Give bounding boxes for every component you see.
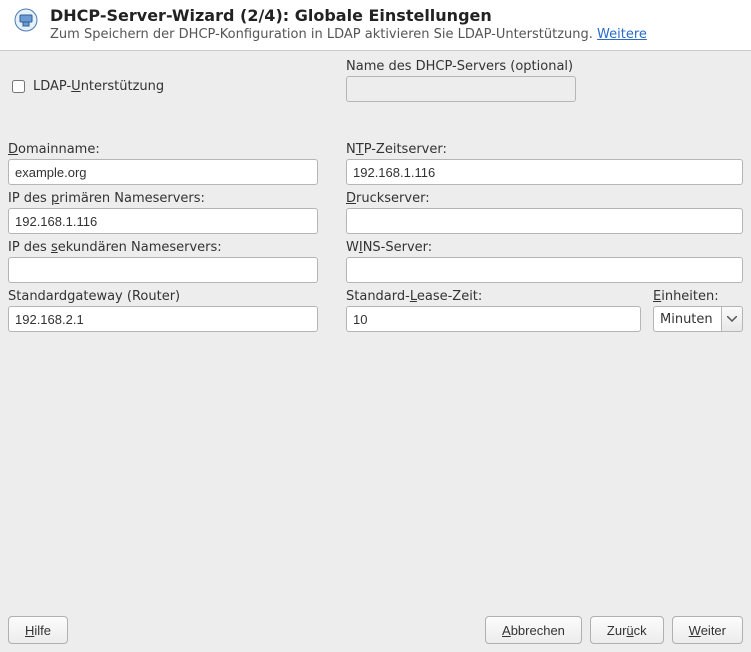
print-server-label: Druckserver: (346, 191, 743, 206)
more-link[interactable]: Weitere (597, 27, 647, 42)
domain-name-label: Domainname: (8, 142, 318, 157)
ntp-server-label: NTP-Zeitserver: (346, 142, 743, 157)
dhcp-server-name-input (346, 76, 576, 102)
wins-server-input[interactable] (346, 257, 743, 283)
dhcp-server-name-label: Name des DHCP-Servers (optional) (346, 59, 576, 74)
units-select-value: Minuten (653, 306, 721, 332)
ldap-support-checkbox[interactable] (12, 80, 25, 93)
primary-ns-label: IP des primären Nameservers: (8, 191, 318, 206)
primary-ns-input[interactable] (8, 208, 318, 234)
ntp-server-input[interactable] (346, 159, 743, 185)
chevron-down-icon[interactable] (721, 306, 743, 332)
units-label: Einheiten: (653, 289, 743, 304)
help-button[interactable]: Hilfe (8, 616, 68, 644)
page-title: DHCP-Server-Wizard (2/4): Globale Einste… (50, 6, 739, 25)
gateway-input[interactable] (8, 306, 318, 332)
footer-bar: Hilfe Abbrechen Zurück Weiter (0, 608, 751, 652)
ldap-support-label: LDAP-Unterstützung (33, 79, 164, 94)
next-button[interactable]: Weiter (672, 616, 743, 644)
print-server-input[interactable] (346, 208, 743, 234)
lease-time-input[interactable] (346, 306, 641, 332)
cancel-button[interactable]: Abbrechen (485, 616, 582, 644)
units-select[interactable]: Minuten (653, 306, 743, 332)
domain-name-input[interactable] (8, 159, 318, 185)
subtitle-text: Zum Speichern der DHCP-Konfiguration in … (50, 27, 597, 42)
content-area: LDAP-Unterstützung Name des DHCP-Servers… (0, 51, 751, 608)
back-button[interactable]: Zurück (590, 616, 664, 644)
secondary-ns-input[interactable] (8, 257, 318, 283)
dhcp-wizard-icon (12, 6, 40, 34)
lease-time-label: Standard-Lease-Zeit: (346, 289, 641, 304)
page-subtitle: Zum Speichern der DHCP-Konfiguration in … (50, 27, 739, 42)
gateway-label: Standardgateway (Router) (8, 289, 318, 304)
wins-server-label: WINS-Server: (346, 240, 743, 255)
wizard-header: DHCP-Server-Wizard (2/4): Globale Einste… (0, 0, 751, 51)
secondary-ns-label: IP des sekundären Nameservers: (8, 240, 318, 255)
